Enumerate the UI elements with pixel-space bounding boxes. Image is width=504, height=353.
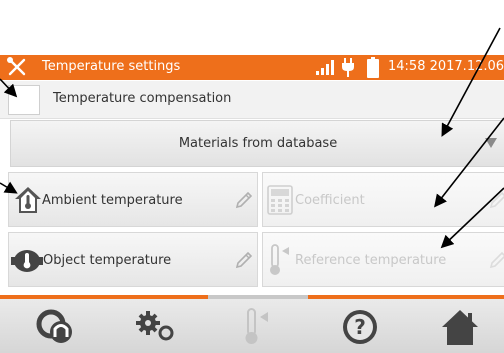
pencil-icon: [235, 191, 253, 209]
compensation-checkbox[interactable]: [8, 85, 40, 115]
screen-title: Temperature settings: [42, 59, 181, 74]
status-bar: Temperature settings 14:58 2017.12.06: [0, 55, 504, 80]
materials-dropdown[interactable]: Materials from database: [10, 120, 504, 167]
reference-temperature-label: Reference temperature: [295, 253, 447, 268]
compensation-label: Temperature compensation: [53, 91, 232, 106]
meter-icon[interactable]: [34, 307, 78, 347]
pencil-icon: [235, 251, 253, 269]
battery-icon: [367, 57, 379, 78]
compensation-row[interactable]: Temperature compensation: [0, 81, 504, 119]
motor-thermometer-icon: [11, 250, 43, 272]
coefficient-label: Coefficient: [295, 193, 365, 208]
object-temperature-button[interactable]: Object temperature: [8, 232, 258, 287]
calculator-icon: [267, 185, 293, 215]
tools-icon: [7, 57, 26, 76]
settings-gears-icon[interactable]: [134, 307, 178, 347]
thermometer-icon: [270, 244, 289, 275]
home-icon[interactable]: [438, 307, 482, 347]
reference-temperature-button[interactable]: Reference temperature: [262, 232, 504, 287]
datetime: 14:58 2017.12.06: [388, 59, 504, 74]
help-icon[interactable]: ?: [338, 307, 382, 347]
dropdown-arrow-icon: [485, 138, 497, 148]
thermometer-icon: [245, 308, 268, 344]
signal-icon: [316, 60, 334, 75]
materials-label: Materials from database: [178, 136, 338, 151]
pencil-icon: [489, 191, 504, 209]
plug-icon: [342, 58, 354, 77]
ambient-temperature-label: Ambient temperature: [42, 193, 183, 208]
bottom-nav: ?: [0, 299, 504, 353]
house-thermometer-icon: [15, 187, 41, 213]
pencil-icon: [489, 251, 504, 269]
coefficient-button[interactable]: Coefficient: [262, 172, 504, 227]
ambient-temperature-button[interactable]: Ambient temperature: [8, 172, 258, 227]
object-temperature-label: Object temperature: [43, 253, 172, 268]
svg-text:?: ?: [354, 315, 366, 339]
